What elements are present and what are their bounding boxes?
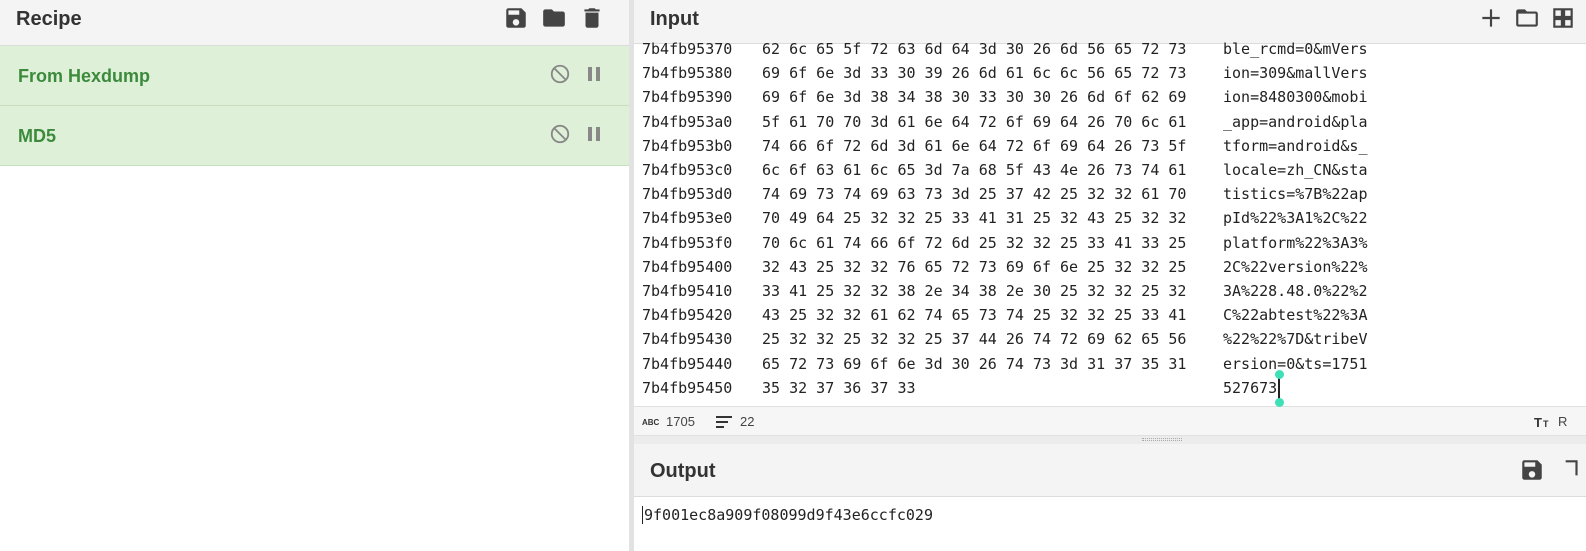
hexdump-addr: 7b4fb953d0 <box>642 185 733 204</box>
lines-icon <box>716 415 732 428</box>
hexdump-ascii: pId%22%3A1%2C%22 <box>1223 209 1368 228</box>
save-icon[interactable] <box>502 4 530 32</box>
hexdump-bytes: 69 6f 6e 3d 38 34 38 30 33 30 30 26 6d 6… <box>762 88 1187 107</box>
hexdump-addr: 7b4fb95420 <box>642 306 733 325</box>
layout-icon[interactable] <box>1549 4 1577 32</box>
hexdump-addr: 7b4fb95370 <box>642 40 733 58</box>
trash-icon[interactable] <box>578 4 606 32</box>
hexdump-bytes: 35 32 37 36 37 33 <box>762 378 916 397</box>
operation-from-hexdump[interactable]: From Hexdump <box>0 46 629 106</box>
disable-icon[interactable] <box>549 123 571 145</box>
recipe-pane: Recipe From Hexdump MD5 <box>0 0 629 551</box>
hexdump-bytes: 65 72 73 69 6f 6e 3d 30 26 74 73 3d 31 3… <box>762 354 1187 373</box>
hexdump-addr: 7b4fb95450 <box>642 378 733 397</box>
svg-text:T: T <box>1543 419 1549 429</box>
hexdump-bytes: 70 49 64 25 32 32 25 33 41 31 25 32 43 2… <box>762 209 1187 228</box>
hexdump-addr: 7b4fb953f0 <box>642 233 733 252</box>
hexdump-ascii: 3A%228.48.0%22%2 <box>1223 282 1368 300</box>
hexdump-addr: 7b4fb95440 <box>642 354 733 373</box>
hexdump-ascii: 2C%22version%22% <box>1223 257 1368 276</box>
recipe-title: Recipe <box>16 8 82 30</box>
io-divider[interactable] <box>634 436 1586 444</box>
hexdump-bytes: 5f 61 70 70 3d 61 6e 64 72 6f 69 64 26 7… <box>762 112 1187 131</box>
cyberchef-app: Recipe From Hexdump MD5 Input 7b4fb95370… <box>0 0 1586 551</box>
disable-icon[interactable] <box>549 63 571 85</box>
operation-name: From Hexdump <box>18 66 151 86</box>
hexdump-addr: 7b4fb95400 <box>642 257 733 276</box>
svg-text:T: T <box>1534 415 1542 429</box>
hexdump-ascii: ion=8480300&mobi <box>1223 88 1368 107</box>
abc-icon: ABC <box>642 418 660 427</box>
hexdump-addr: 7b4fb95390 <box>642 88 733 107</box>
hexdump-ascii: 527673 <box>1223 378 1278 397</box>
hexdump-ascii: tistics=%7B%22ap <box>1223 185 1368 204</box>
hexdump-bytes: 6c 6f 63 61 6c 65 3d 7a 68 5f 43 4e 26 7… <box>762 161 1187 179</box>
hexdump-ascii: ble_rcmd=0&mVers <box>1223 40 1368 58</box>
font-size-label: R <box>1558 414 1568 429</box>
hexdump-ascii: platform%22%3A3% <box>1223 233 1368 252</box>
hexdump-bytes: 70 6c 61 74 66 6f 72 6d 25 32 32 25 33 4… <box>762 233 1187 252</box>
hexdump-bytes: 62 6c 65 5f 72 63 6d 64 3d 30 26 6d 56 6… <box>762 40 1187 58</box>
line-count-value: 22 <box>740 414 755 429</box>
hexdump-bytes: 74 69 73 74 69 63 73 3d 25 37 42 25 32 3… <box>762 185 1187 204</box>
hexdump-ascii: tform=android&s_ <box>1223 136 1368 155</box>
plus-icon[interactable] <box>1477 4 1505 32</box>
hexdump-ascii: C%22abtest%22%3A <box>1223 306 1368 325</box>
hexdump-addr: 7b4fb953b0 <box>642 136 733 155</box>
pause-icon[interactable] <box>586 64 602 84</box>
hexdump-addr: 7b4fb95410 <box>642 282 733 300</box>
output-toolbar <box>1518 456 1584 484</box>
hexdump-bytes: 74 66 6f 72 6d 3d 61 6e 64 72 6f 69 64 2… <box>762 136 1187 155</box>
hexdump-ascii: %22%22%7D&tribeV <box>1223 330 1368 349</box>
hexdump-ascii: ion=309&mallVers <box>1223 64 1368 83</box>
hexdump-addr: 7b4fb953a0 <box>642 112 733 131</box>
hexdump-bytes: 43 25 32 32 61 62 74 65 73 74 25 32 32 2… <box>762 306 1187 325</box>
hexdump-bytes: 33 41 25 32 32 38 2e 34 38 2e 30 25 32 3… <box>762 282 1187 300</box>
hexdump-ascii: locale=zh_CN&sta <box>1223 161 1368 179</box>
hexdump-bytes: 25 32 32 25 32 32 25 37 44 26 74 72 69 6… <box>762 330 1187 349</box>
char-count-value: 1705 <box>666 414 695 429</box>
input-toolbar <box>1477 4 1577 32</box>
output-pane: Output 9f001ec8a909f08099d9f43e6ccfc029 <box>634 444 1586 551</box>
hexdump-addr: 7b4fb953e0 <box>642 209 733 228</box>
input-status-bar: ABC 1705 22 TT R <box>634 406 1586 436</box>
folder-icon[interactable] <box>540 4 568 32</box>
output-textarea[interactable]: 9f001ec8a909f08099d9f43e6ccfc029 <box>642 506 933 524</box>
resize-grip-icon[interactable] <box>1142 438 1182 441</box>
input-textarea[interactable]: 7b4fb95370 62 6c 65 5f 72 63 6d 64 3d 30 … <box>634 38 1586 406</box>
input-title: Input <box>650 8 699 30</box>
copy-icon[interactable] <box>1556 456 1584 484</box>
output-header: Output <box>634 444 1586 497</box>
hexdump-bytes: 69 6f 6e 3d 33 30 39 26 6d 61 6c 6c 56 6… <box>762 64 1187 83</box>
font-size-control[interactable]: TT R <box>1534 414 1567 429</box>
operation-name: MD5 <box>18 126 57 146</box>
folder-icon[interactable] <box>1513 4 1541 32</box>
operation-md5[interactable]: MD5 <box>0 106 629 166</box>
pause-icon[interactable] <box>586 124 602 144</box>
selection-handle-bottom[interactable] <box>1275 398 1284 407</box>
hexdump-ascii: _app=android&pla <box>1223 112 1368 131</box>
recipe-toolbar <box>502 4 606 32</box>
input-pane: Input 7b4fb95370 62 6c 65 5f 72 63 6d 64 … <box>634 0 1586 436</box>
hexdump-bytes: 32 43 25 32 32 76 65 72 73 69 6f 6e 25 3… <box>762 257 1187 276</box>
svg-text:ABC: ABC <box>642 418 660 427</box>
hexdump-addr: 7b4fb95380 <box>642 64 733 83</box>
hexdump-addr: 7b4fb953c0 <box>642 161 733 179</box>
char-count: ABC 1705 <box>642 414 695 429</box>
hexdump-addr: 7b4fb95430 <box>642 330 733 349</box>
save-icon[interactable] <box>1518 456 1546 484</box>
hexdump-ascii: ersion=0&ts=1751 <box>1223 354 1368 373</box>
recipe-operation-list: From Hexdump MD5 <box>0 46 629 166</box>
selection-handle-top[interactable] <box>1275 370 1284 379</box>
text-size-icon: TT <box>1534 415 1549 429</box>
line-count: 22 <box>716 414 754 429</box>
recipe-header: Recipe <box>0 0 629 46</box>
output-title: Output <box>650 460 716 482</box>
